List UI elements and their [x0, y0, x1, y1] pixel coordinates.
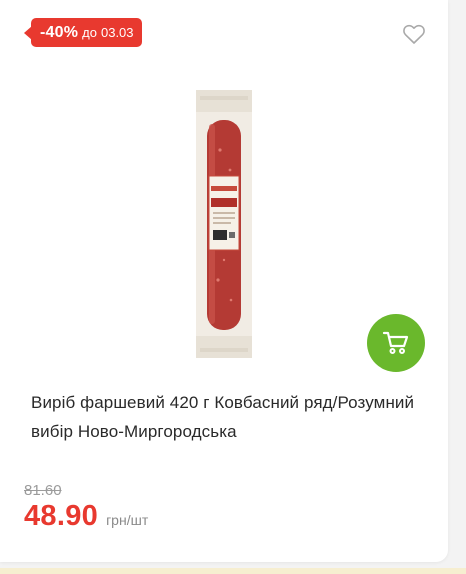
- current-price: 48.90: [24, 500, 99, 532]
- product-title[interactable]: Виріб фаршевий 420 г Ковбасний ряд/Розум…: [31, 388, 431, 446]
- discount-badge: -40% до 03.03: [31, 18, 142, 47]
- heart-outline-icon: [403, 24, 425, 44]
- discount-until-label: до: [82, 25, 97, 40]
- old-price: 81.60: [24, 482, 62, 499]
- price-row: 48.90 грн/шт: [24, 500, 148, 533]
- discount-percent: -40%: [40, 23, 79, 41]
- price-unit: грн/шт: [106, 512, 149, 528]
- sausage-image: [196, 90, 252, 358]
- product-image[interactable]: [196, 90, 252, 358]
- discount-until-date: 03.03: [100, 25, 134, 40]
- favorite-button[interactable]: [402, 23, 426, 45]
- add-to-cart-button[interactable]: [367, 314, 425, 372]
- bottom-divider: [0, 568, 466, 574]
- shopping-cart-icon: [382, 331, 409, 354]
- product-card[interactable]: -40% до 03.03 Виріб фаршевий 420 г Ковба…: [0, 0, 448, 562]
